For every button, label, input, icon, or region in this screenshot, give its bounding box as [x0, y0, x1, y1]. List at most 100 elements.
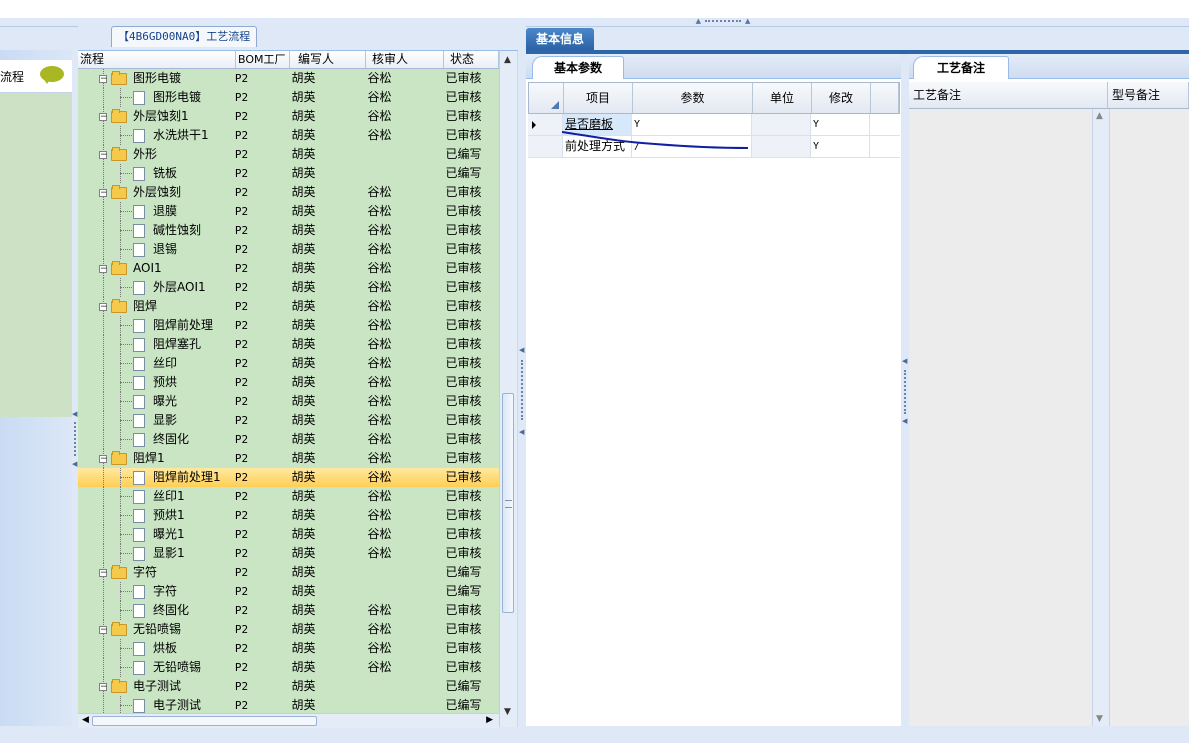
collapse-toggle-icon[interactable]: − [99, 302, 108, 311]
collapse-left-icon[interactable]: ◀ [902, 357, 907, 365]
tree-node[interactable]: 字符 [133, 582, 177, 601]
middle-splitter[interactable]: ◀ ◀ [518, 26, 526, 726]
scroll-up-icon[interactable]: ▲ [504, 55, 511, 65]
tree-node[interactable]: − 阻焊 [99, 297, 157, 316]
tree-node[interactable]: − 外层蚀刻1 [99, 107, 189, 126]
tree-node[interactable]: 阻焊前处理 [133, 316, 213, 335]
tree-row[interactable]: 图形电镀 P2 胡英 谷松 已审核 [78, 88, 499, 107]
tree-row[interactable]: − 无铅喷锡 P2 胡英 谷松 已审核 [78, 620, 499, 639]
tree-row[interactable]: 阻焊塞孔 P2 胡英 谷松 已审核 [78, 335, 499, 354]
tree-node-cell[interactable]: 预烘1 [78, 506, 232, 525]
tree-node[interactable]: 终固化 [133, 430, 189, 449]
tree-node[interactable]: 图形电镀 [133, 88, 201, 107]
tree-node-cell[interactable]: − 外层蚀刻1 [78, 107, 232, 126]
tree-row[interactable]: 显影1 P2 胡英 谷松 已审核 [78, 544, 499, 563]
tree-row[interactable]: 阻焊前处理 P2 胡英 谷松 已审核 [78, 316, 499, 335]
col-header-process-notes[interactable]: 工艺备注 [909, 82, 1108, 108]
tree-node-cell[interactable]: 终固化 [78, 601, 232, 620]
row-indicator[interactable] [528, 114, 563, 135]
tab-basic-params[interactable]: 基本参数 [532, 56, 624, 79]
left-nav-item[interactable]: 流程 [0, 60, 72, 93]
tree-node[interactable]: 曝光1 [133, 525, 185, 544]
tree-node[interactable]: − 电子测试 [99, 677, 181, 696]
tree-row[interactable]: − 电子测试 P2 胡英 已编写 [78, 677, 499, 696]
tree-row[interactable]: 铣板 P2 胡英 已编写 [78, 164, 499, 183]
tree-node[interactable]: 丝印 [133, 354, 177, 373]
tree-node[interactable]: 丝印1 [133, 487, 185, 506]
col-header-flow[interactable]: 流程 [78, 51, 236, 68]
unit-cell[interactable] [752, 136, 811, 157]
modify-cell[interactable]: Y [811, 136, 870, 157]
tree-row[interactable]: 碱性蚀刻 P2 胡英 谷松 已审核 [78, 221, 499, 240]
tree-vscrollbar[interactable]: ▲ ▼ [499, 51, 517, 727]
tree-row[interactable]: − 阻焊1 P2 胡英 谷松 已审核 [78, 449, 499, 468]
tree-node[interactable]: − 阻焊1 [99, 449, 165, 468]
collapse-up-icon[interactable]: ▲ [696, 18, 701, 25]
col-header-param[interactable]: 参数 [633, 83, 753, 113]
tree-node-cell[interactable]: 碱性蚀刻 [78, 221, 232, 240]
tree-row[interactable]: 曝光1 P2 胡英 谷松 已审核 [78, 525, 499, 544]
collapse-toggle-icon[interactable]: − [99, 454, 108, 463]
tree-node[interactable]: − 外层蚀刻 [99, 183, 181, 202]
tree-node[interactable]: 显影1 [133, 544, 185, 563]
tree-node-cell[interactable]: 丝印1 [78, 487, 232, 506]
tree-node-cell[interactable]: 铣板 [78, 164, 232, 183]
tree-node[interactable]: − 图形电镀 [99, 69, 181, 88]
tree-node[interactable]: 曝光 [133, 392, 177, 411]
collapse-up-icon[interactable]: ▲ [745, 18, 750, 25]
col-header-modify[interactable]: 修改 [812, 83, 871, 113]
tree-row[interactable]: − AOI1 P2 胡英 谷松 已审核 [78, 259, 499, 278]
tree-node[interactable]: − AOI1 [99, 259, 162, 278]
row-indicator[interactable] [528, 136, 563, 157]
tree-node[interactable]: 碱性蚀刻 [133, 221, 201, 240]
tree-node-cell[interactable]: − 外形 [78, 145, 232, 164]
tree-node-cell[interactable]: 阻焊前处理 [78, 316, 232, 335]
tree-node-cell[interactable]: 退锡 [78, 240, 232, 259]
tree-row[interactable]: 丝印 P2 胡英 谷松 已审核 [78, 354, 499, 373]
tree-row[interactable]: 终固化 P2 胡英 谷松 已审核 [78, 601, 499, 620]
tree-node[interactable]: 铣板 [133, 164, 177, 183]
collapse-left-icon[interactable]: ◀ [519, 346, 524, 354]
tree-node[interactable]: 退锡 [133, 240, 177, 259]
tree-node-cell[interactable]: − 外层蚀刻 [78, 183, 232, 202]
tree-node-cell[interactable]: − 电子测试 [78, 677, 232, 696]
tree-node[interactable]: − 外形 [99, 145, 157, 164]
collapse-toggle-icon[interactable]: − [99, 625, 108, 634]
tree-node-cell[interactable]: 曝光 [78, 392, 232, 411]
collapse-toggle-icon[interactable]: − [99, 74, 108, 83]
tree-node-cell[interactable]: 水洗烘干1 [78, 126, 232, 145]
scroll-thumb[interactable] [92, 716, 317, 726]
modify-cell[interactable]: Y [811, 114, 870, 135]
tree-node-cell[interactable]: 丝印 [78, 354, 232, 373]
collapse-left-icon[interactable]: ◀ [902, 417, 907, 425]
tree-node[interactable]: − 无铅喷锡 [99, 620, 181, 639]
tree-row[interactable]: 退膜 P2 胡英 谷松 已审核 [78, 202, 499, 221]
tree-row[interactable]: 退锡 P2 胡英 谷松 已审核 [78, 240, 499, 259]
tree-row[interactable]: 阻焊前处理1 P2 胡英 谷松 已审核 [78, 468, 499, 487]
right-splitter[interactable]: ◀ ◀ [901, 54, 909, 726]
tree-node[interactable]: 显影 [133, 411, 177, 430]
tree-node-cell[interactable]: − 阻焊 [78, 297, 232, 316]
collapse-toggle-icon[interactable]: − [99, 682, 108, 691]
tree-node[interactable]: 外层AOI1 [133, 278, 206, 297]
col-header-writer[interactable]: 编写人 [290, 51, 366, 68]
tree-node-cell[interactable]: − 阻焊1 [78, 449, 232, 468]
tree-row[interactable]: − 字符 P2 胡英 已编写 [78, 563, 499, 582]
tree-node-cell[interactable]: − 图形电镀 [78, 69, 232, 88]
tree-node[interactable]: 预烘1 [133, 506, 185, 525]
tree-row[interactable]: − 外形 P2 胡英 已编写 [78, 145, 499, 164]
tree-row[interactable]: 烘板 P2 胡英 谷松 已审核 [78, 639, 499, 658]
tree-row[interactable]: 外层AOI1 P2 胡英 谷松 已审核 [78, 278, 499, 297]
collapse-left-icon[interactable]: ◀ [72, 460, 77, 468]
tree-node[interactable]: 预烘 [133, 373, 177, 392]
tree-row[interactable]: 终固化 P2 胡英 谷松 已审核 [78, 430, 499, 449]
tree-node-cell[interactable]: 预烘 [78, 373, 232, 392]
scroll-down-icon[interactable]: ▼ [1096, 714, 1103, 724]
unit-cell[interactable] [752, 114, 811, 135]
scroll-left-icon[interactable]: ◀ [82, 715, 89, 725]
col-header-unit[interactable]: 单位 [753, 83, 812, 113]
collapse-toggle-icon[interactable]: − [99, 112, 108, 121]
tree-node[interactable]: 阻焊前处理1 [133, 468, 221, 487]
tree-node-cell[interactable]: − 无铅喷锡 [78, 620, 232, 639]
tree-node[interactable]: − 字符 [99, 563, 157, 582]
